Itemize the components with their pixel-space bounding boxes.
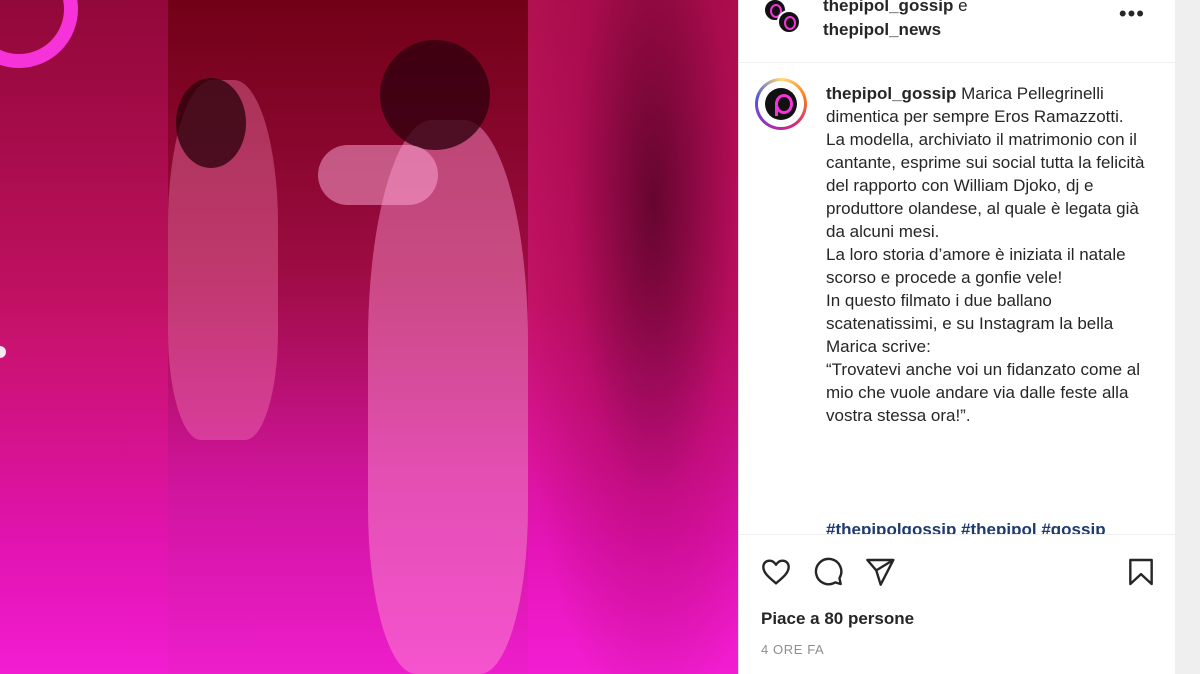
caption-text: thepipol_gossip Marica Pellegrinelli dim… (826, 82, 1146, 427)
author-primary-row: thepipol_gossip e (823, 0, 968, 18)
post-timestamp[interactable]: 4 ORE FA (761, 642, 824, 657)
media-blur-right (528, 0, 738, 674)
post-caption: thepipol_gossip Marica Pellegrinelli dim… (739, 62, 1175, 534)
video-frame[interactable] (168, 0, 528, 674)
post-authors: thepipol_gossip e thepipol_news (823, 0, 968, 42)
actions-divider (739, 534, 1175, 535)
page-background (1175, 0, 1200, 674)
comment-icon[interactable] (812, 556, 844, 588)
author-secondary-link[interactable]: thepipol_news (823, 18, 968, 42)
post-header: thepipol_gossip e thepipol_news ••• (739, 0, 1175, 63)
post-media[interactable] (0, 0, 738, 674)
caption-username[interactable]: thepipol_gossip (826, 84, 956, 103)
avatar (777, 10, 801, 34)
post-side-panel: thepipol_gossip e thepipol_news ••• thep… (738, 0, 1176, 674)
caption-line: “Trovatevi anche voi un fidanzato come a… (826, 360, 1141, 425)
post-actions (739, 552, 1175, 592)
caption-paragraph: thepipol_gossip Marica Pellegrinelli dim… (826, 82, 1146, 128)
media-blur-left (0, 0, 168, 674)
person-right-arm (318, 145, 438, 205)
avatar-ring-inner (758, 81, 804, 127)
author-conjunction: e (958, 0, 968, 15)
author-avatar[interactable] (755, 78, 807, 130)
caption-line: La modella, archiviato il matrimonio con… (826, 130, 1145, 241)
person-left-head (176, 78, 246, 168)
caption-line: In questo filmato i due ballano scatenat… (826, 291, 1114, 356)
heart-icon[interactable] (760, 556, 792, 588)
collab-avatars[interactable] (759, 0, 803, 38)
bookmark-icon[interactable] (1125, 556, 1157, 588)
likes-count[interactable]: Piace a 80 persone (761, 609, 914, 629)
caption-hashtags[interactable]: #thepipolgossip #thepipol #gossip (826, 520, 1106, 534)
send-icon[interactable] (864, 556, 896, 588)
author-primary-link[interactable]: thepipol_gossip (823, 0, 953, 15)
thepipol-logo-icon (765, 88, 797, 120)
caption-line: La loro storia d’amore è iniziata il nat… (826, 245, 1126, 287)
person-right-head (380, 40, 490, 150)
more-options-icon[interactable]: ••• (1119, 3, 1145, 25)
